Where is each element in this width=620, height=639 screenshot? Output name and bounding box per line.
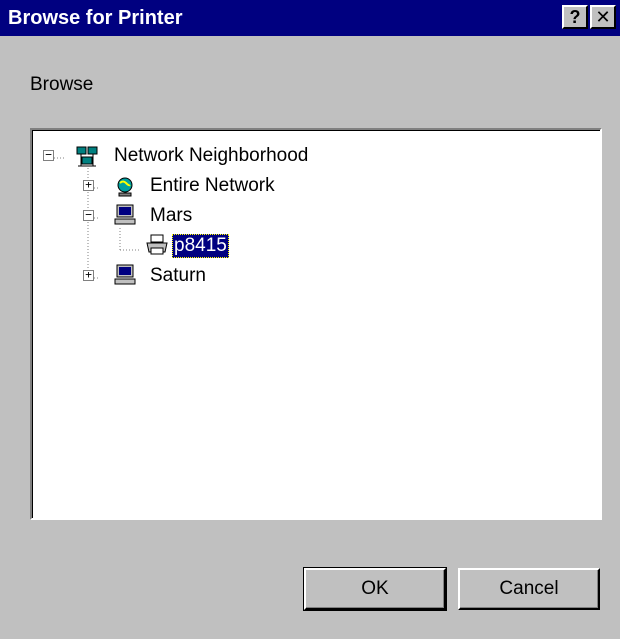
collapse-mars-toggle[interactable]: − bbox=[83, 209, 94, 221]
close-button[interactable]: ✕ bbox=[590, 5, 616, 29]
help-button[interactable]: ? bbox=[562, 5, 588, 29]
collapse-network-neighborhood-toggle[interactable]: − bbox=[43, 149, 54, 161]
expand-saturn-toggle[interactable]: + bbox=[83, 269, 94, 281]
globe-icon bbox=[117, 177, 133, 197]
window-title: Browse for Printer bbox=[8, 7, 183, 29]
browse-label: Browse bbox=[30, 74, 94, 95]
computer-icon bbox=[114, 204, 136, 225]
printer-tree-view[interactable]: − Network Neighborhood + Entire Network … bbox=[30, 128, 602, 520]
tree-item-entire-network[interactable]: Entire Network bbox=[148, 174, 277, 198]
tree-item-network-neighborhood[interactable]: Network Neighborhood bbox=[112, 144, 310, 168]
network-neighborhood-icon bbox=[76, 146, 98, 167]
tree-item-mars[interactable]: Mars bbox=[148, 204, 194, 228]
computer-icon bbox=[114, 264, 136, 285]
tree-item-saturn[interactable]: Saturn bbox=[148, 264, 208, 288]
expand-entire-network-toggle[interactable]: + bbox=[83, 179, 94, 191]
tree-item-p8415[interactable]: p8415 bbox=[172, 234, 229, 258]
cancel-button[interactable]: Cancel bbox=[458, 568, 600, 610]
title-bar[interactable]: Browse for Printer ? ✕ bbox=[0, 0, 620, 36]
printer-icon bbox=[146, 234, 168, 255]
ok-button[interactable]: OK bbox=[303, 567, 447, 611]
